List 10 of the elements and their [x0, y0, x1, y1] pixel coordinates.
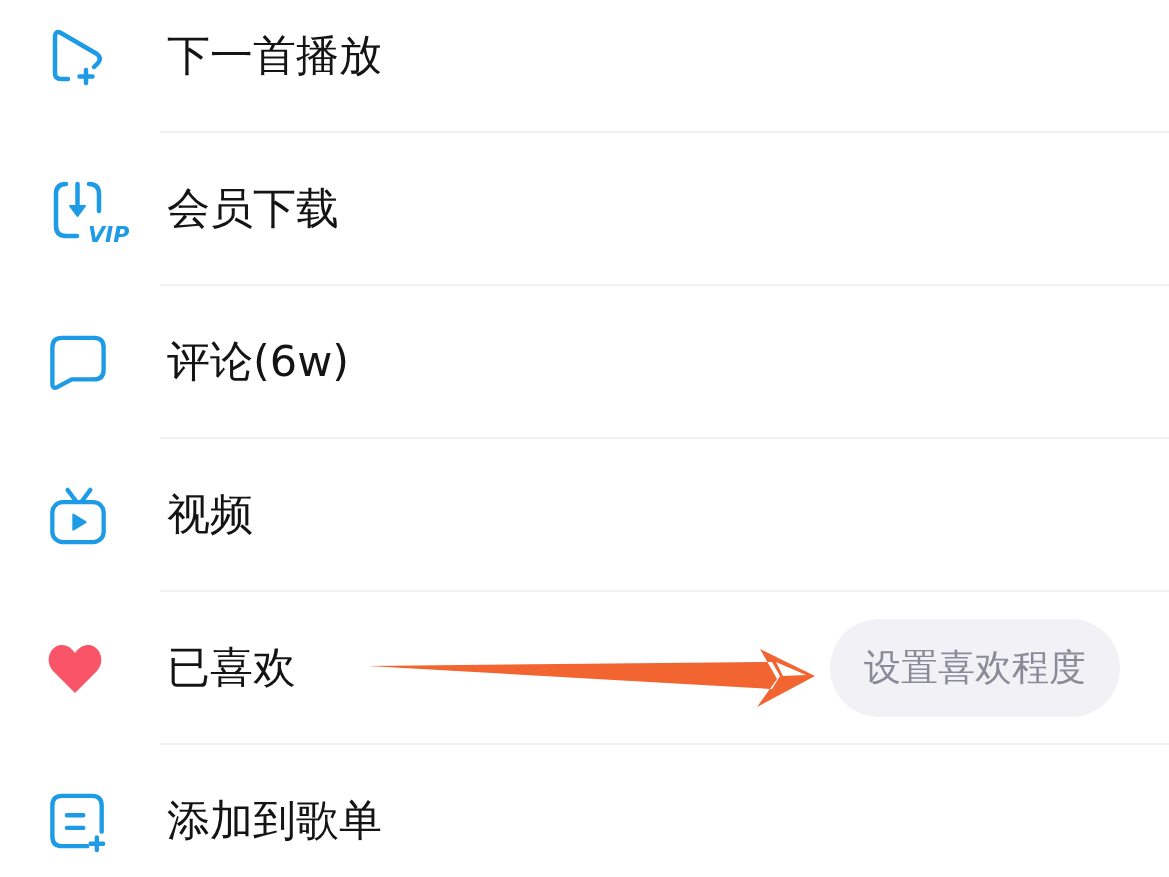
- tv-play-icon: [49, 486, 107, 545]
- menu-label[interactable]: 添加到歌单: [167, 791, 382, 850]
- comment-icon: [49, 333, 107, 392]
- vip-label: VIP: [88, 223, 130, 246]
- menu-label[interactable]: 已喜欢: [167, 638, 296, 697]
- menu-label[interactable]: 下一首播放: [167, 26, 382, 85]
- menu-label[interactable]: 会员下载: [167, 179, 339, 238]
- menu-label[interactable]: 评论(6w): [167, 332, 350, 391]
- menu-label[interactable]: 视频: [167, 485, 253, 544]
- list-add-icon: [49, 792, 107, 851]
